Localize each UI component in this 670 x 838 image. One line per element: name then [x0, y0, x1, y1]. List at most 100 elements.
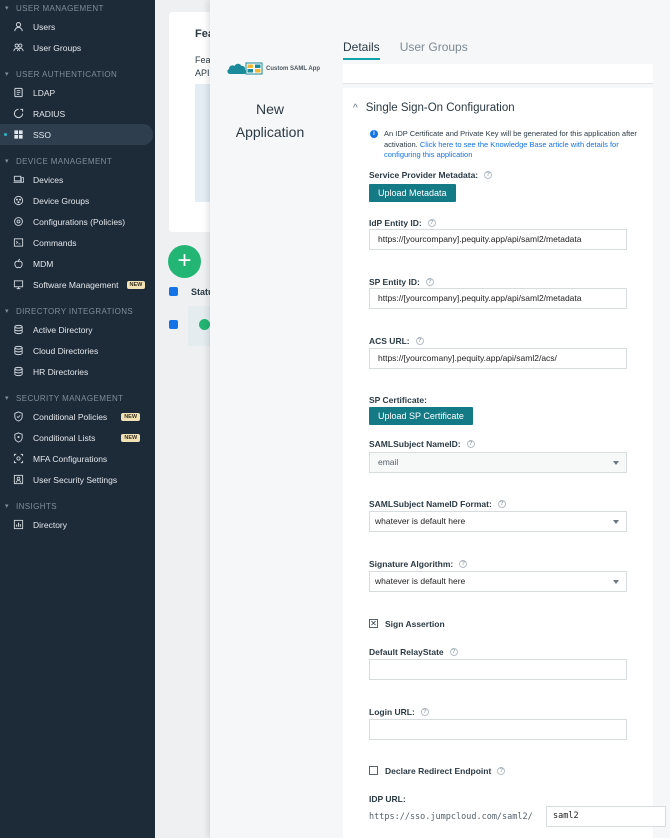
tab-user-groups[interactable]: User Groups — [400, 40, 468, 60]
upload-metadata-button[interactable]: Upload Metadata — [369, 184, 456, 202]
dropdown-arrow-icon — [613, 580, 619, 584]
sp-entity-id-input[interactable]: https://[yourcompany].pequity.app/api/sa… — [369, 288, 627, 309]
upload-sp-certificate-button[interactable]: Upload SP Certificate — [369, 407, 473, 425]
sidebar-item-user-groups[interactable]: User Groups — [0, 37, 155, 58]
sidebar: ▾ USER MANAGEMENT Users User Groups ▾ USER… — [0, 0, 155, 838]
sp-metadata-label: Service Provider Metadata:? — [369, 170, 493, 180]
commands-icon — [12, 237, 24, 249]
sign-assertion-label: Sign Assertion — [385, 619, 445, 629]
help-icon[interactable]: ? — [449, 648, 458, 656]
section-header-security-management[interactable]: ▾ SECURITY MANAGEMENT — [0, 390, 155, 406]
new-badge: NEW — [121, 433, 141, 442]
apple-icon — [12, 258, 24, 270]
signature-algorithm-select[interactable]: whatever is default here — [369, 571, 627, 592]
idp-entity-id-input[interactable]: https://[yourcompany].pequity.app/api/sa… — [369, 229, 627, 250]
dropdown-arrow-icon — [613, 520, 619, 524]
acs-url-label: ACS URL:? — [369, 336, 424, 346]
help-icon[interactable]: ? — [466, 440, 475, 448]
help-icon[interactable]: ? — [420, 708, 429, 716]
section-header-device-management[interactable]: ▾ DEVICE MANAGEMENT — [0, 153, 155, 169]
sidebar-item-commands[interactable]: Commands — [0, 232, 155, 253]
chevron-down-icon: ▾ — [5, 71, 9, 78]
login-url-label: Login URL:? — [369, 707, 429, 717]
section-header-insights[interactable]: ▾ INSIGHTS — [0, 498, 155, 514]
detail-tabs: Details User Groups — [343, 40, 488, 60]
sidebar-item-device-groups[interactable]: Device Groups — [0, 190, 155, 211]
idp-url-input[interactable]: saml2 — [546, 806, 666, 827]
sidebar-item-mfa-configurations[interactable]: MFA Configurations — [0, 448, 155, 469]
app-logo: Custom SAML App — [226, 60, 320, 78]
shield-icon — [12, 411, 24, 423]
section-header-user-management[interactable]: ▾ USER MANAGEMENT — [0, 0, 155, 16]
help-icon[interactable]: ? — [484, 171, 493, 179]
cloud-directories-icon — [12, 345, 24, 357]
knowledge-base-link[interactable]: Click here to see the Knowledge Base art… — [384, 140, 619, 160]
sidebar-item-active-directory[interactable]: Active Directory — [0, 319, 155, 340]
sidebar-item-user-security-settings[interactable]: User Security Settings — [0, 469, 155, 490]
sign-assertion-checkbox[interactable]: ✕ — [369, 619, 378, 628]
signature-algorithm-label: Signature Algorithm:? — [369, 559, 468, 569]
sp-entity-id-label: SP Entity ID:? — [369, 277, 434, 287]
login-url-input[interactable] — [369, 719, 627, 740]
help-icon[interactable]: ? — [427, 219, 436, 227]
select-all-checkbox[interactable] — [169, 287, 178, 296]
sidebar-item-conditional-lists[interactable]: Conditional Lists NEW — [0, 427, 155, 448]
sidebar-item-devices[interactable]: Devices — [0, 169, 155, 190]
info-icon: i — [370, 130, 378, 138]
add-application-button[interactable]: + — [168, 245, 201, 278]
section-header-user-authentication[interactable]: ▾ USER AUTHENTICATION — [0, 66, 155, 82]
sidebar-item-configurations[interactable]: Configurations (Policies) — [0, 211, 155, 232]
devices-icon — [12, 174, 24, 186]
section-header-directory-integrations[interactable]: ▾ DIRECTORY INTEGRATIONS — [0, 303, 155, 319]
help-icon[interactable]: ? — [497, 500, 506, 508]
relaystate-input[interactable] — [369, 659, 627, 680]
nameid-format-label: SAMLSubject NameID Format:? — [369, 499, 506, 509]
sidebar-item-mdm[interactable]: MDM — [0, 253, 155, 274]
shield-list-icon — [12, 432, 24, 444]
chevron-down-icon: ▾ — [5, 158, 9, 165]
logo-text: Custom SAML App — [266, 66, 320, 72]
row-checkbox[interactable] — [169, 320, 178, 329]
help-icon[interactable]: ? — [459, 560, 468, 568]
nameid-label: SAMLSubject NameID:? — [369, 439, 475, 449]
tab-details[interactable]: Details — [343, 40, 380, 60]
sidebar-item-cloud-directories[interactable]: Cloud Directories — [0, 340, 155, 361]
database-icon — [12, 324, 24, 336]
sso-icon — [12, 129, 24, 141]
previous-section-bottom — [343, 64, 653, 84]
chart-icon — [12, 519, 24, 531]
mfa-icon — [12, 453, 24, 465]
user-groups-icon — [12, 42, 24, 54]
acs-url-input[interactable]: https://[yourcomany].pequity.app/api/sam… — [369, 348, 627, 369]
chevron-down-icon: ▾ — [5, 503, 9, 510]
help-icon[interactable]: ? — [497, 767, 506, 775]
info-message: i An IDP Certificate and Private Key wil… — [370, 129, 640, 161]
help-icon[interactable]: ? — [415, 337, 424, 345]
software-icon — [12, 279, 24, 291]
sidebar-item-radius[interactable]: RADIUS — [0, 103, 155, 124]
new-badge: NEW — [121, 412, 141, 421]
radius-icon — [12, 108, 24, 120]
nameid-select[interactable]: email — [369, 452, 627, 473]
hr-directories-icon — [12, 366, 24, 378]
redirect-endpoint-checkbox[interactable] — [369, 766, 378, 775]
sidebar-item-directory-insights[interactable]: Directory — [0, 514, 155, 535]
new-badge: NEW — [126, 280, 146, 289]
idp-url-label: IDP URL: — [369, 794, 406, 804]
sidebar-item-hr-directories[interactable]: HR Directories — [0, 361, 155, 382]
application-name: New Application — [235, 101, 305, 140]
card-description: Fea API — [195, 55, 211, 78]
sidebar-item-ldap[interactable]: LDAP — [0, 82, 155, 103]
sidebar-item-users[interactable]: Users — [0, 16, 155, 37]
help-icon[interactable]: ? — [425, 278, 434, 286]
security-settings-icon — [12, 474, 24, 486]
idp-url-prefix: https://sso.jumpcloud.com/saml2/ — [369, 812, 533, 822]
sso-section-header[interactable]: ^ Single Sign-On Configuration — [353, 102, 515, 114]
sidebar-item-software-management[interactable]: Software Management NEW — [0, 274, 155, 295]
sidebar-item-sso[interactable]: SSO — [0, 124, 153, 145]
nameid-format-select[interactable]: whatever is default here — [369, 511, 627, 532]
idp-entity-id-label: IdP Entity ID:? — [369, 218, 436, 228]
chevron-up-icon: ^ — [353, 102, 358, 114]
cloud-logo-icon — [226, 60, 264, 78]
sidebar-item-conditional-policies[interactable]: Conditional Policies NEW — [0, 406, 155, 427]
